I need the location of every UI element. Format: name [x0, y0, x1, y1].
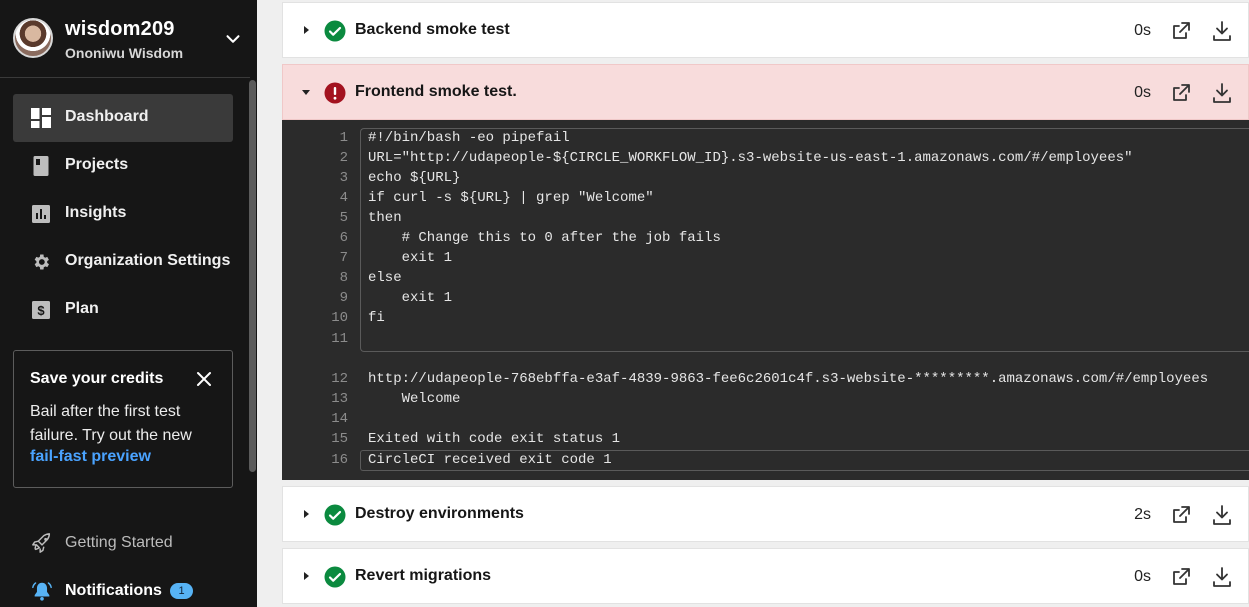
download-icon[interactable] [1211, 82, 1233, 104]
line-text: # Change this to 0 after the job fails [368, 230, 721, 246]
error-alert-icon [324, 82, 346, 104]
success-check-icon [324, 566, 346, 588]
line-text: if curl -s ${URL} | grep "Welcome" [368, 190, 654, 206]
line-number: 7 [339, 250, 348, 266]
caret-down-icon[interactable] [301, 87, 311, 97]
user-full-name: Ononiwu Wisdom [65, 45, 184, 61]
gear-icon [34, 254, 49, 270]
line-number: 8 [339, 270, 348, 286]
bell-icon [32, 582, 52, 601]
sidebar-item-insights[interactable]: Insights [13, 190, 233, 238]
line-text: exit 1 [368, 290, 453, 306]
line-number: 13 [331, 391, 348, 407]
close-icon[interactable] [194, 369, 214, 389]
sidebar-item-label: Projects [65, 156, 129, 173]
download-icon[interactable] [1211, 20, 1233, 42]
step-name: Backend smoke test [355, 21, 510, 38]
line-text: URL="http://udapeople-${CIRCLE_WORKFLOW_… [368, 150, 1133, 166]
insights-icon [32, 205, 50, 223]
line-text: CircleCI received exit code 1 [368, 452, 612, 468]
step-console-output[interactable]: 1 #!/bin/bash -eo pipefail 2 URL="http://u… [282, 120, 1249, 480]
projects-icon [33, 156, 49, 176]
line-number: 2 [339, 150, 348, 166]
sidebar-item-label: Organization Settings [65, 252, 231, 269]
line-number: 10 [331, 310, 348, 326]
step-name: Frontend smoke test. [355, 83, 517, 100]
line-number: 1 [339, 130, 348, 146]
step-duration: 0s [1134, 84, 1151, 101]
line-number: 3 [339, 170, 348, 186]
caret-right-icon[interactable] [301, 571, 311, 581]
sidebar-item-label: Plan [65, 300, 99, 317]
open-external-icon[interactable] [1171, 21, 1191, 41]
download-icon[interactable] [1211, 504, 1233, 526]
step-duration: 2s [1134, 506, 1151, 523]
dollar-icon: $ [32, 301, 50, 319]
avatar[interactable] [13, 18, 53, 58]
line-number: 5 [339, 210, 348, 226]
line-text: exit 1 [368, 250, 453, 266]
job-steps-panel: Backend smoke test 0s Frontend smoke tes… [257, 0, 1249, 607]
step-backend-smoke-test[interactable]: Backend smoke test 0s [282, 2, 1249, 58]
success-check-icon [324, 504, 346, 526]
notifications-link[interactable]: Notifications 1 [13, 570, 233, 607]
line-text: echo ${URL} [368, 170, 461, 186]
chevron-down-icon[interactable] [222, 28, 244, 50]
step-revert-migrations[interactable]: Revert migrations 0s [282, 548, 1249, 604]
dashboard-icon [31, 108, 51, 128]
rocket-icon [32, 533, 51, 553]
line-text: fi [368, 310, 385, 326]
line-text: then [368, 210, 402, 226]
line-number: 6 [339, 230, 348, 246]
line-number: 12 [331, 371, 348, 387]
getting-started-label: Getting Started [65, 534, 173, 551]
sidebar-item-label: Dashboard [65, 108, 149, 125]
sidebar-item-plan[interactable]: $ Plan [13, 286, 233, 334]
step-duration: 0s [1134, 22, 1151, 39]
open-external-icon[interactable] [1171, 83, 1191, 103]
line-number: 14 [331, 411, 348, 427]
sidebar: wisdom209 Ononiwu Wisdom Dashboard Proje… [0, 0, 257, 607]
step-frontend-smoke-test[interactable]: Frontend smoke test. 0s [282, 64, 1249, 120]
sidebar-scrollbar[interactable] [249, 80, 256, 472]
svg-text:$: $ [37, 303, 45, 318]
caret-right-icon[interactable] [301, 509, 311, 519]
fail-fast-preview-link[interactable]: fail-fast preview [30, 448, 151, 466]
line-text: Welcome [368, 391, 461, 407]
sidebar-item-dashboard[interactable]: Dashboard [13, 94, 233, 142]
line-number: 15 [331, 431, 348, 447]
sidebar-item-organization-settings[interactable]: Organization Settings [13, 238, 233, 286]
line-text: #!/bin/bash -eo pipefail [368, 130, 570, 146]
sidebar-item-projects[interactable]: Projects [13, 142, 233, 190]
line-number: 16 [331, 452, 348, 468]
user-switcher[interactable]: wisdom209 Ononiwu Wisdom [0, 0, 250, 78]
success-check-icon [324, 20, 346, 42]
step-duration: 0s [1134, 568, 1151, 585]
save-credits-card: Save your credits Bail after the first t… [13, 350, 233, 488]
step-name: Destroy environments [355, 505, 524, 522]
sidebar-item-label: Insights [65, 204, 127, 221]
line-number: 4 [339, 190, 348, 206]
notification-count-badge: 1 [170, 583, 193, 599]
open-external-icon[interactable] [1171, 567, 1191, 587]
notifications-label: Notifications [65, 582, 162, 599]
download-icon[interactable] [1211, 566, 1233, 588]
step-destroy-environments[interactable]: Destroy environments 2s [282, 486, 1249, 542]
credits-body: Bail after the first test failure. Try o… [30, 403, 192, 444]
line-text: Exited with code exit status 1 [368, 431, 621, 447]
line-text: else [368, 270, 402, 286]
line-number: 11 [331, 331, 348, 347]
getting-started-link[interactable]: Getting Started [13, 520, 233, 566]
step-name: Revert migrations [355, 567, 492, 584]
credits-title: Save your credits [30, 370, 164, 387]
open-external-icon[interactable] [1171, 505, 1191, 525]
username: wisdom209 [65, 18, 175, 40]
caret-right-icon[interactable] [301, 25, 311, 35]
line-text: http://udapeople-768ebffa-e3af-4839-9863… [368, 371, 1209, 387]
line-number: 9 [339, 290, 348, 306]
